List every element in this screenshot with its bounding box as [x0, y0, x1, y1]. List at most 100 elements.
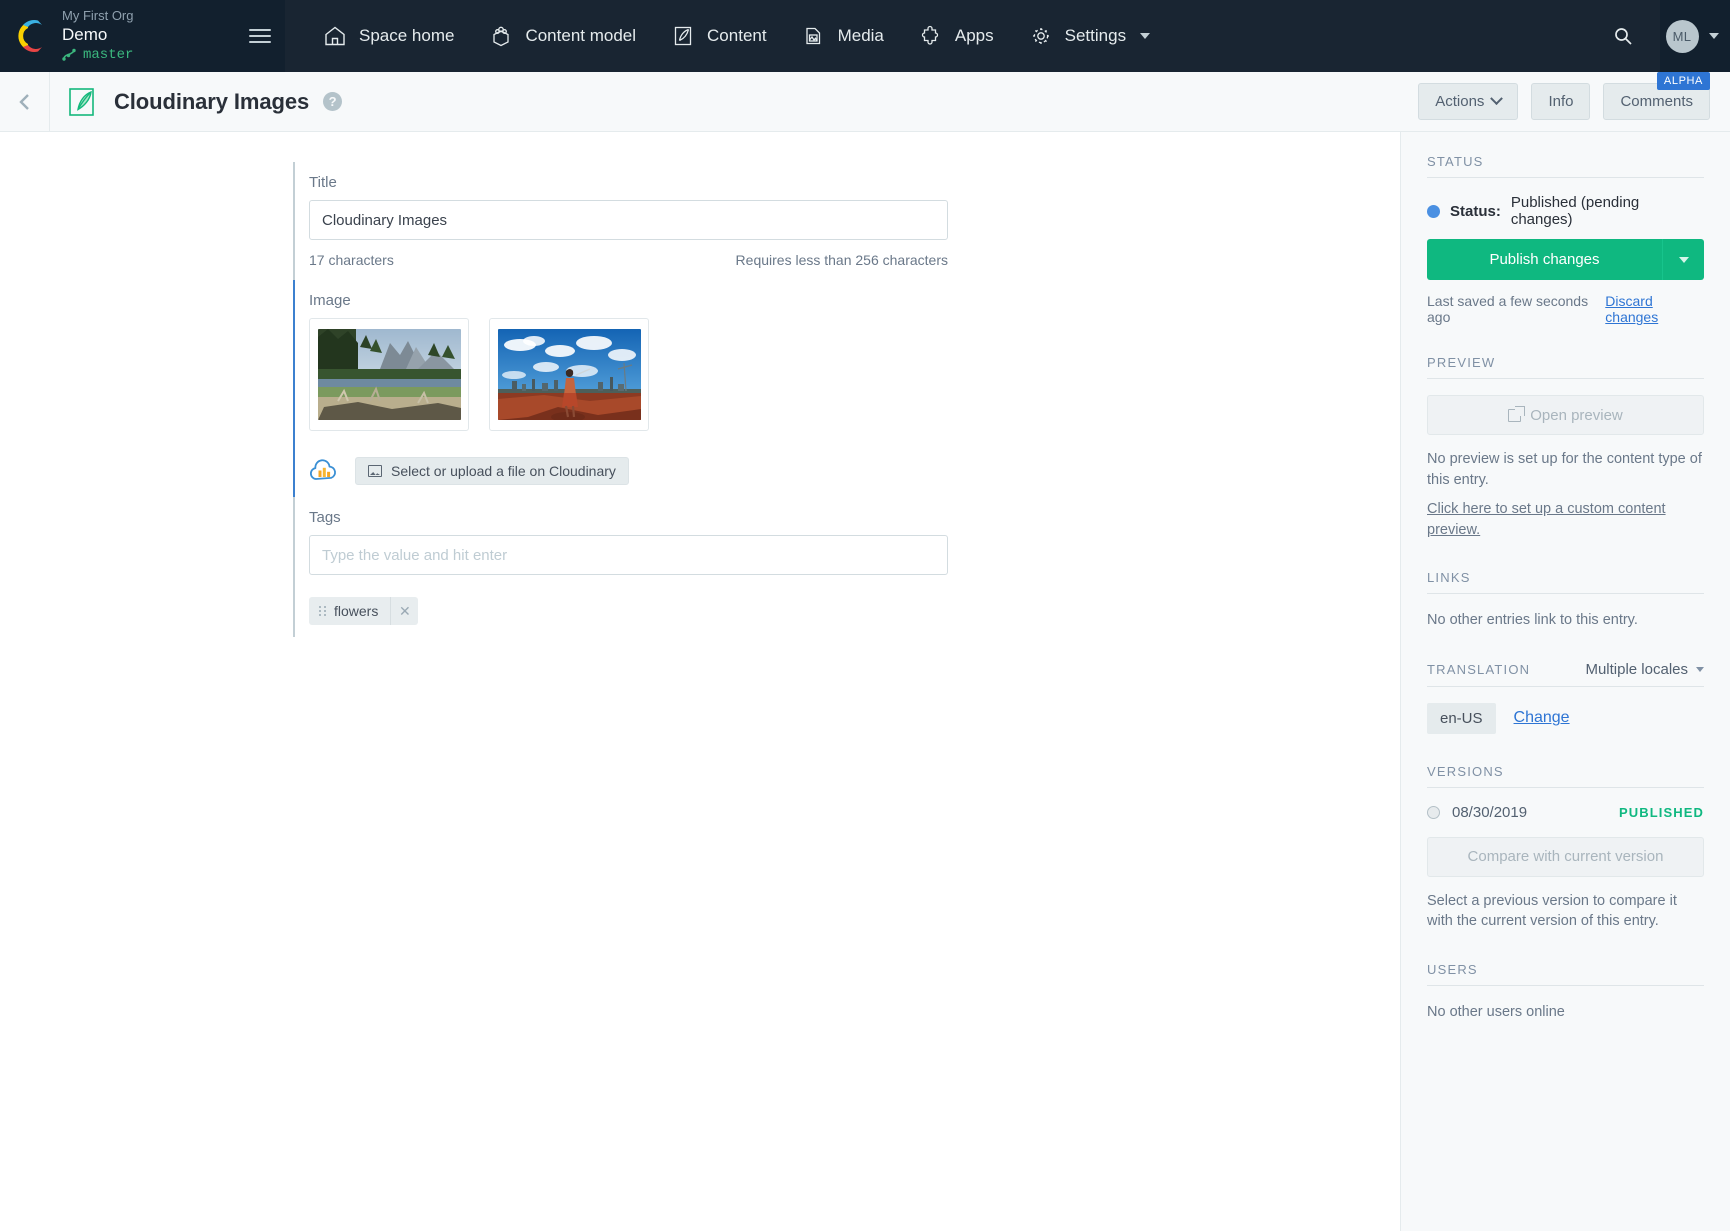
locale-selector-label: Multiple locales — [1585, 660, 1688, 678]
contentful-logo-icon — [18, 20, 42, 52]
remove-tag-icon[interactable]: ✕ — [390, 597, 418, 625]
content-model-icon — [488, 23, 514, 49]
publish-button-group: Publish changes — [1427, 239, 1704, 280]
last-saved-text: Last saved a few seconds ago — [1427, 293, 1589, 325]
versions-section-heading: VERSIONS — [1427, 764, 1704, 788]
nav-label: Settings — [1064, 26, 1127, 45]
space-selector[interactable]: My First Org Demo master — [0, 0, 285, 72]
chevron-down-icon — [1490, 92, 1504, 106]
version-row[interactable]: 08/30/2019 PUBLISHED — [1427, 804, 1704, 821]
cloudinary-upload-row: Select or upload a file on Cloudinary — [309, 457, 993, 485]
open-preview-button[interactable]: Open preview — [1427, 395, 1704, 435]
upload-button-label: Select or upload a file on Cloudinary — [391, 463, 616, 479]
space-name: Demo — [62, 25, 108, 45]
nav-item-media[interactable]: Media — [784, 0, 901, 72]
entry-form-column: Title 17 characters Requires less than 2… — [0, 132, 1400, 1231]
title-constraint: Requires less than 256 characters — [735, 252, 948, 268]
top-navigation-bar: My First Org Demo master Space home Cont… — [0, 0, 1730, 72]
title-input[interactable] — [309, 200, 948, 240]
save-status-row: Last saved a few seconds ago Discard cha… — [1427, 293, 1704, 325]
info-button[interactable]: Info — [1531, 83, 1591, 120]
status-prefix: Status: — [1450, 202, 1501, 220]
media-image-icon — [801, 23, 827, 49]
thumbnail-image-yosemite — [317, 329, 461, 420]
content-pen-icon — [670, 23, 696, 49]
external-link-icon — [1508, 405, 1526, 422]
content-type-pen-icon — [69, 87, 94, 116]
drag-handle-icon[interactable] — [309, 597, 334, 625]
compare-with-current-version-button[interactable]: Compare with current version — [1427, 836, 1704, 877]
entry-title-group: Cloudinary Images ? — [50, 85, 343, 119]
translation-heading-label: TRANSLATION — [1427, 661, 1531, 677]
status-value: Published (pending changes) — [1510, 194, 1640, 228]
cloudinary-cloud-icon — [310, 459, 336, 480]
chevron-down-icon — [1708, 33, 1719, 39]
tag-label: flowers — [334, 603, 379, 619]
links-section-heading: LINKS — [1427, 570, 1704, 595]
select-or-upload-cloudinary-button[interactable]: Select or upload a file on Cloudinary — [355, 457, 629, 485]
preview-note: No preview is set up for the content typ… — [1427, 451, 1702, 488]
field-tags: Tags flowers ✕ — [293, 497, 993, 637]
thumbnail-image-skyline — [497, 329, 641, 420]
image-thumbnail-list: ✕ — [309, 318, 993, 431]
hamburger-menu-icon[interactable] — [249, 29, 271, 43]
alpha-badge: ALPHA — [1656, 72, 1710, 90]
page-title: Cloudinary Images — [114, 88, 310, 114]
nav-label: Content — [707, 26, 767, 45]
field-image: Image ✕ — [293, 280, 993, 497]
primary-nav-items: Space home Content model Content Media A… — [285, 0, 1586, 72]
publish-changes-button[interactable]: Publish changes — [1427, 239, 1662, 280]
nav-item-content[interactable]: Content — [653, 0, 784, 72]
account-menu[interactable]: ML — [1660, 0, 1730, 72]
locale-selector[interactable]: Multiple locales — [1585, 661, 1704, 678]
tag-item[interactable]: flowers ✕ — [309, 597, 419, 625]
question-mark-icon[interactable]: ? — [323, 92, 343, 111]
setup-content-preview-link[interactable]: Click here to set up a custom content pr… — [1427, 499, 1704, 540]
open-preview-label: Open preview — [1530, 406, 1623, 424]
image-thumbnail[interactable]: ✕ — [309, 318, 469, 431]
branch-icon — [62, 49, 76, 61]
chevron-down-icon — [1696, 666, 1704, 672]
nav-item-apps[interactable]: Apps — [901, 0, 1011, 72]
apps-puzzle-icon — [918, 23, 944, 49]
tags-input[interactable] — [309, 535, 948, 575]
remove-image-icon[interactable]: ✕ — [459, 319, 468, 320]
tags-field-label: Tags — [309, 509, 341, 526]
entry-subheader: Cloudinary Images ? Actions Info Comment… — [0, 71, 1730, 132]
search-icon[interactable] — [1586, 0, 1660, 72]
users-section-heading: USERS — [1427, 962, 1704, 987]
nav-label: Content model — [525, 26, 637, 45]
actions-button[interactable]: Actions — [1418, 83, 1519, 120]
avatar: ML — [1665, 19, 1699, 53]
status-row: Status: Published (pending changes) — [1427, 194, 1704, 228]
change-locale-link[interactable]: Change — [1514, 709, 1570, 727]
title-field-label: Title — [309, 174, 337, 191]
entry-sidebar: STATUS Status: Published (pending change… — [1400, 132, 1730, 1231]
nav-label: Media — [837, 26, 884, 45]
gear-icon — [1028, 23, 1054, 49]
users-note: No other users online — [1427, 1004, 1565, 1021]
branch-name: master — [83, 46, 134, 63]
links-note: No other entries link to this entry. — [1427, 612, 1638, 629]
nav-item-content-model[interactable]: Content model — [471, 0, 653, 72]
field-title: Title 17 characters Requires less than 2… — [293, 162, 993, 280]
nav-item-settings[interactable]: Settings — [1011, 0, 1167, 72]
publish-options-chevron-down-icon[interactable] — [1662, 239, 1704, 280]
locale-chip: en-US — [1427, 702, 1496, 734]
discard-changes-link[interactable]: Discard changes — [1605, 293, 1704, 325]
version-radio-button[interactable] — [1427, 805, 1440, 819]
nav-label: Apps — [954, 26, 994, 45]
back-button[interactable] — [0, 71, 50, 132]
image-field-label: Image — [309, 292, 351, 309]
remove-image-icon[interactable]: ✕ — [639, 319, 648, 320]
nav-item-space-home[interactable]: Space home — [305, 0, 471, 72]
entry-form: Title 17 characters Requires less than 2… — [293, 132, 993, 637]
version-date: 08/30/2019 — [1452, 803, 1528, 821]
image-thumbnail[interactable]: ✕ — [489, 318, 649, 431]
translation-section-heading: TRANSLATION Multiple locales — [1427, 661, 1704, 687]
preview-section-heading: PREVIEW — [1427, 355, 1704, 379]
home-icon — [322, 23, 348, 49]
entry-editor-body: Title 17 characters Requires less than 2… — [0, 132, 1730, 1231]
chevron-down-icon — [1140, 33, 1151, 39]
title-char-count: 17 characters — [309, 252, 394, 268]
